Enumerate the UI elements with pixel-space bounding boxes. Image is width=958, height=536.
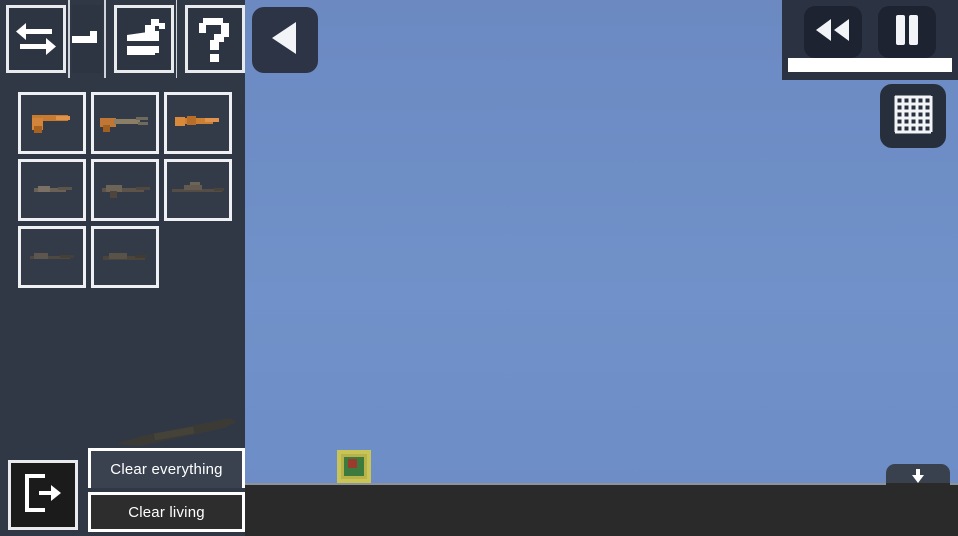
toolbar-divider <box>67 0 70 78</box>
pause-button[interactable] <box>878 6 936 58</box>
left-sidebar: Clear everything Clear living <box>0 0 246 536</box>
weapon-slot-5[interactable] <box>91 159 159 221</box>
toolbar-help-button[interactable] <box>185 5 246 73</box>
weapon-grid <box>18 92 232 288</box>
play-left-icon <box>268 19 302 62</box>
toolbar-divider-3 <box>175 0 178 78</box>
weapon-slot-1[interactable] <box>18 92 86 154</box>
playback-panel <box>782 0 958 80</box>
download-button[interactable] <box>886 464 950 504</box>
exit-button[interactable] <box>8 460 78 530</box>
timeline-scrubber[interactable] <box>788 58 952 72</box>
grid-icon <box>893 94 933 139</box>
weapon-slot-2[interactable] <box>91 92 159 154</box>
toolbar-paint-button[interactable] <box>113 5 174 73</box>
arrow-right-icon <box>71 28 102 50</box>
toolbar <box>0 0 246 78</box>
toolbar-next-button[interactable] <box>71 5 102 73</box>
revolver-icon <box>175 116 219 126</box>
toolbar-divider-2 <box>103 0 106 78</box>
spray-can-icon <box>121 17 167 61</box>
weapon-slot-4[interactable] <box>18 159 86 221</box>
pause-icon <box>893 14 921 51</box>
clear-living-button[interactable]: Clear living <box>88 492 245 532</box>
swap-arrows-icon <box>14 21 58 57</box>
carbine-icon <box>34 186 72 192</box>
grid-toggle-button[interactable] <box>880 84 946 148</box>
submachine-gun-icon <box>100 117 148 132</box>
download-button-occlusion <box>886 483 950 504</box>
toolbar-swap-button[interactable] <box>6 5 66 73</box>
back-button[interactable] <box>252 7 318 73</box>
weapon-slot-6[interactable] <box>164 159 232 221</box>
question-mark-icon <box>197 16 233 62</box>
clear-everything-button[interactable]: Clear everything <box>88 448 245 488</box>
weapon-slot-8[interactable] <box>91 226 159 288</box>
clear-actions: Clear everything Clear living <box>88 448 245 532</box>
playback-controls <box>782 6 958 58</box>
scene-object-crate[interactable] <box>337 450 371 483</box>
crate-mark <box>348 459 357 468</box>
sniper-rifle-icon <box>172 182 224 192</box>
shotgun-icon <box>30 253 74 259</box>
rewind-icon <box>814 17 852 48</box>
pistol-icon <box>32 115 70 133</box>
rewind-button[interactable] <box>804 6 862 58</box>
assault-rifle-icon <box>102 185 150 198</box>
weapon-slot-7[interactable] <box>18 226 86 288</box>
loose-weapon-rocket-launcher[interactable] <box>112 414 237 448</box>
weapon-slot-3[interactable] <box>164 92 232 154</box>
machine-gun-icon <box>103 253 147 260</box>
game-screen: Clear everything Clear living <box>0 0 958 536</box>
exit-door-icon <box>21 472 65 519</box>
